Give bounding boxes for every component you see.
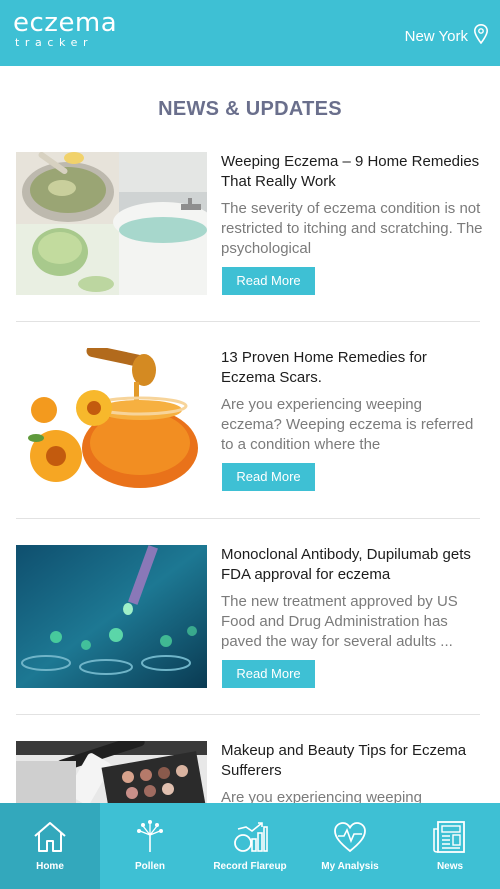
read-more-button[interactable]: Read More	[222, 463, 315, 491]
page-title: NEWS & UPDATES	[158, 98, 342, 120]
article-title[interactable]: Makeup and Beauty Tips for Eczema Suffer…	[221, 741, 480, 781]
news-article[interactable]: Makeup and Beauty Tips for Eczema Suffer…	[16, 741, 480, 803]
article-excerpt: Are you experiencing weeping	[221, 789, 422, 803]
nav-item-my-analysis[interactable]: My Analysis	[300, 803, 400, 889]
news-article[interactable]: Monoclonal Antibody, Dupilumab gets FDA …	[16, 545, 480, 741]
article-body: 13 Proven Home Remedies for Eczema Scars…	[221, 348, 483, 455]
home-remedies-collage-image[interactable]	[16, 152, 207, 295]
logo-main-text: eczema	[13, 8, 118, 38]
nav-item-record-flareup[interactable]: Record Flareup	[200, 803, 300, 889]
nav-label-home: Home	[36, 861, 64, 872]
pollen-icon	[137, 820, 163, 852]
location-pin-icon	[474, 23, 488, 44]
nav-item-news[interactable]: News	[400, 803, 500, 889]
honey-jar-flowers-image[interactable]	[16, 348, 207, 491]
article-excerpt: The severity of eczema condition is not …	[221, 200, 483, 257]
bottom-nav: Home Pollen Record Flareup My Analysis N…	[0, 803, 500, 889]
nav-item-home[interactable]: Home	[0, 803, 100, 889]
article-excerpt: The new treatment approved by US Food an…	[221, 593, 458, 650]
article-title[interactable]: Monoclonal Antibody, Dupilumab gets FDA …	[221, 545, 483, 585]
lab-pipette-image[interactable]	[16, 545, 207, 688]
app-header: eczema tracker New York	[0, 0, 500, 66]
article-title[interactable]: Weeping Eczema – 9 Home Remedies That Re…	[221, 152, 483, 192]
article-title[interactable]: 13 Proven Home Remedies for Eczema Scars…	[221, 348, 483, 388]
article-body: Weeping Eczema – 9 Home Remedies That Re…	[221, 152, 483, 259]
article-divider	[16, 321, 480, 322]
home-icon	[34, 822, 66, 852]
article-divider	[16, 714, 480, 715]
news-article[interactable]: 13 Proven Home Remedies for Eczema Scars…	[16, 348, 480, 544]
nav-label-my-analysis: My Analysis	[321, 861, 379, 872]
article-body: Makeup and Beauty Tips for Eczema Suffer…	[221, 741, 480, 803]
heart-pulse-icon	[334, 822, 366, 853]
location-selector[interactable]: New York	[404, 23, 488, 45]
newspaper-icon	[433, 821, 465, 853]
nav-item-pollen[interactable]: Pollen	[100, 803, 200, 889]
nav-label-record-flareup: Record Flareup	[213, 861, 287, 872]
record-flareup-icon	[234, 822, 268, 852]
makeup-palette-image[interactable]	[16, 741, 207, 803]
article-body: Monoclonal Antibody, Dupilumab gets FDA …	[221, 545, 483, 652]
read-more-button[interactable]: Read More	[222, 267, 315, 295]
location-label: New York	[404, 28, 468, 45]
nav-label-news: News	[436, 861, 464, 872]
article-excerpt: Are you experiencing weeping eczema? Wee…	[221, 396, 474, 453]
app-logo[interactable]: eczema tracker	[13, 10, 117, 49]
logo-sub-text: tracker	[15, 36, 94, 49]
article-divider	[16, 518, 480, 519]
news-article[interactable]: Weeping Eczema – 9 Home Remedies That Re…	[16, 152, 483, 348]
read-more-button[interactable]: Read More	[222, 660, 315, 688]
nav-label-pollen: Pollen	[134, 861, 165, 872]
